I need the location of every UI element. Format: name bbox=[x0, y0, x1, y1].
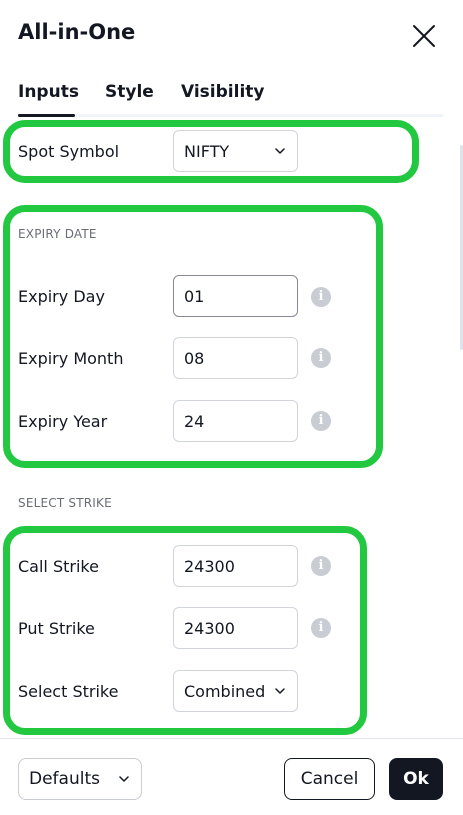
spot-symbol-select[interactable]: NIFTY bbox=[173, 130, 298, 172]
defaults-label: Defaults bbox=[29, 769, 100, 789]
select-strike-label: Select Strike bbox=[18, 682, 119, 701]
expiry-month-label: Expiry Month bbox=[18, 349, 124, 368]
info-icon[interactable]: i bbox=[311, 287, 331, 307]
close-icon[interactable] bbox=[410, 22, 438, 50]
tab-divider bbox=[75, 114, 443, 117]
cancel-button[interactable]: Cancel bbox=[284, 758, 375, 800]
expiry-date-header: EXPIRY DATE bbox=[18, 227, 97, 241]
spot-symbol-value: NIFTY bbox=[184, 141, 230, 161]
ok-button[interactable]: Ok bbox=[389, 758, 443, 800]
dialog-title: All-in-One bbox=[18, 20, 136, 44]
select-strike-select[interactable]: Combined bbox=[173, 670, 298, 712]
info-icon[interactable]: i bbox=[311, 618, 331, 638]
call-strike-label: Call Strike bbox=[18, 557, 99, 576]
spot-symbol-label: Spot Symbol bbox=[18, 142, 120, 161]
expiry-day-label: Expiry Day bbox=[18, 287, 105, 306]
tab-visibility[interactable]: Visibility bbox=[181, 82, 265, 102]
tab-bar: Inputs Style Visibility bbox=[0, 78, 463, 120]
expiry-month-input[interactable]: 08 bbox=[173, 337, 298, 379]
defaults-button[interactable]: Defaults bbox=[18, 758, 142, 800]
info-icon[interactable]: i bbox=[311, 411, 331, 431]
info-icon[interactable]: i bbox=[311, 348, 331, 368]
select-strike-header: SELECT STRIKE bbox=[18, 496, 112, 510]
expiry-year-input[interactable]: 24 bbox=[173, 400, 298, 442]
expiry-year-label: Expiry Year bbox=[18, 412, 108, 431]
chevron-down-icon bbox=[275, 148, 285, 154]
call-strike-input[interactable]: 24300 bbox=[173, 545, 298, 587]
active-tab-indicator bbox=[18, 114, 75, 117]
tab-style[interactable]: Style bbox=[105, 82, 154, 102]
chevron-down-icon bbox=[119, 776, 129, 782]
footer-divider bbox=[0, 738, 463, 739]
chevron-down-icon bbox=[275, 688, 285, 694]
select-strike-value: Combined bbox=[184, 681, 266, 701]
put-strike-label: Put Strike bbox=[18, 619, 95, 638]
close-button[interactable] bbox=[410, 22, 438, 50]
info-icon[interactable]: i bbox=[311, 556, 331, 576]
put-strike-input[interactable]: 24300 bbox=[173, 607, 298, 649]
expiry-day-input[interactable]: 01 bbox=[173, 275, 298, 317]
tab-inputs[interactable]: Inputs bbox=[18, 82, 79, 102]
